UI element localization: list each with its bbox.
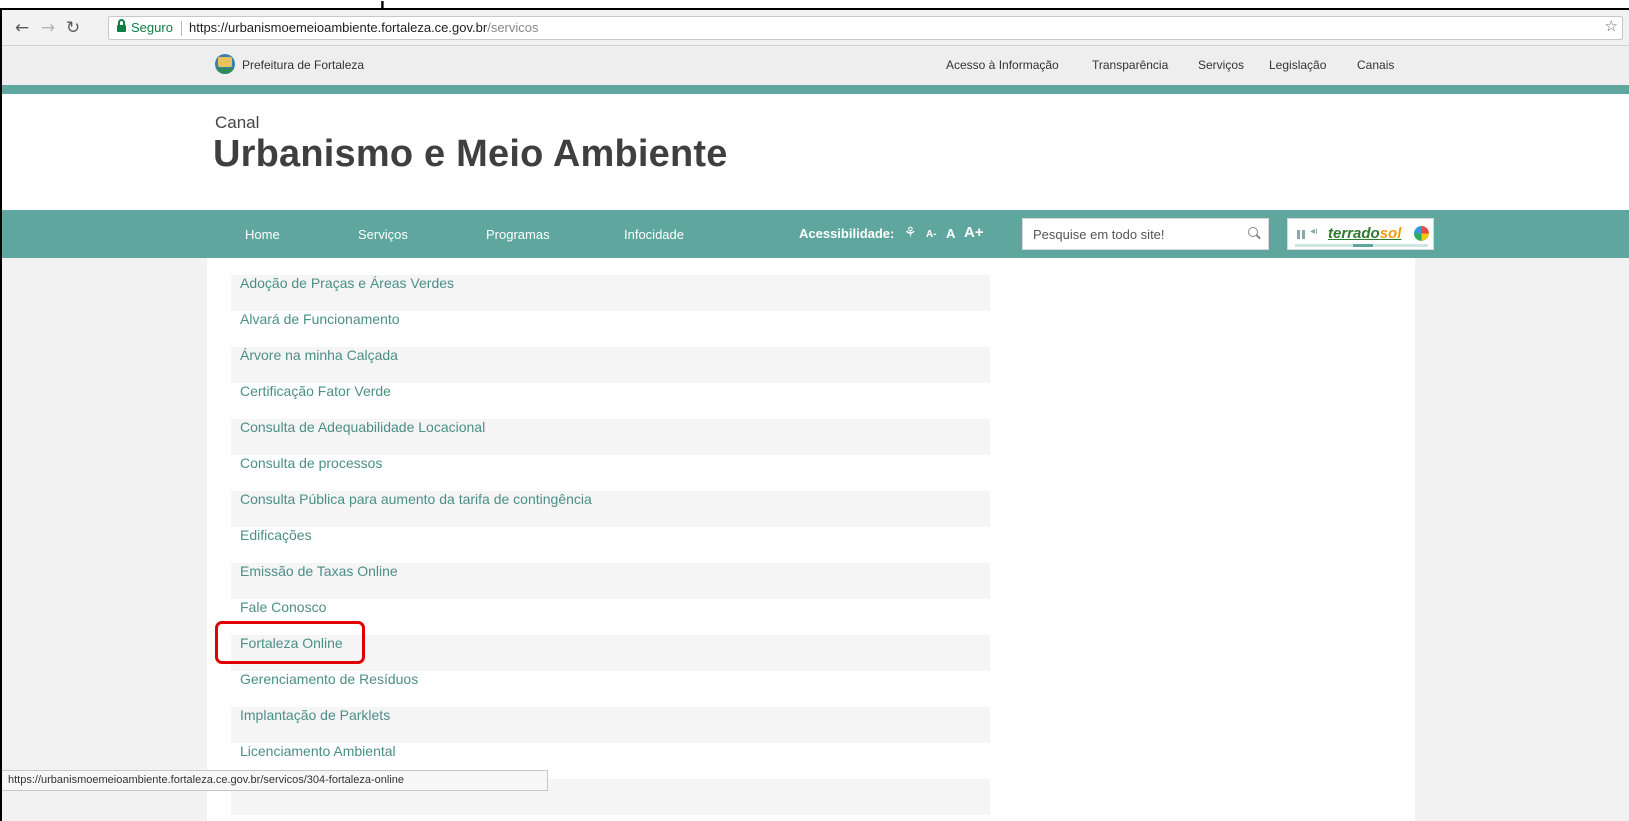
service-link[interactable]: Consulta de Adequabilidade Locacional <box>231 419 990 455</box>
forward-icon[interactable]: → <box>40 19 56 37</box>
services-list: Adoção de Praças e Áreas Verdes Alvará de… <box>231 275 990 815</box>
radio-progress-thumb[interactable] <box>1353 244 1373 247</box>
browser-toolbar: ← → ↻ Seguro https://urbanismoemeioambie… <box>2 10 1629 46</box>
search-input[interactable] <box>1023 219 1233 249</box>
contrast-icon[interactable]: ⚘ <box>904 225 917 241</box>
address-bar[interactable]: Seguro https://urbanismoemeioambiente.fo… <box>108 16 1623 40</box>
radio-brand-part-b: sol <box>1379 225 1402 242</box>
terradosol-logo-icon <box>1414 226 1429 241</box>
browser-window: ← → ↻ Seguro https://urbanismoemeioambie… <box>0 8 1629 821</box>
prefeitura-logo-icon[interactable] <box>215 54 235 74</box>
content-area: Adoção de Praças e Áreas Verdes Alvará de… <box>207 258 1415 821</box>
header-kicker: Canal <box>215 113 260 132</box>
font-normal-button[interactable]: A <box>946 226 955 241</box>
org-name-link[interactable]: Prefeitura de Fortaleza <box>242 58 364 72</box>
service-link[interactable]: Implantação de Parklets <box>231 707 990 743</box>
service-link[interactable]: Certificação Fator Verde <box>231 383 990 419</box>
service-link[interactable]: Adoção de Praças e Áreas Verdes <box>231 275 990 311</box>
secure-label: Seguro <box>131 20 173 35</box>
accent-strip <box>2 85 1629 94</box>
back-icon[interactable]: ← <box>14 19 30 37</box>
highlight-box <box>215 621 365 664</box>
top-link-canais[interactable]: Canais <box>1357 58 1394 72</box>
top-link-acesso[interactable]: Acesso à Informação <box>946 58 1059 72</box>
font-increase-button[interactable]: A+ <box>964 224 984 241</box>
radio-brand-part-a: terrado <box>1328 225 1380 242</box>
address-separator <box>181 21 182 36</box>
service-link[interactable]: Emissão de Taxas Online <box>231 563 990 599</box>
site-search <box>1022 218 1269 250</box>
url-text[interactable]: https://urbanismoemeioambiente.fortaleza… <box>189 17 539 39</box>
nav-programas[interactable]: Programas <box>486 227 550 242</box>
search-icon[interactable] <box>1248 227 1260 239</box>
url-path: /servicos <box>487 20 539 35</box>
nav-servicos[interactable]: Serviços <box>358 227 408 242</box>
radio-progress-bar[interactable] <box>1295 244 1428 247</box>
page-title[interactable]: Urbanismo e Meio Ambiente <box>213 133 728 176</box>
status-bar: https://urbanismoemeioambiente.fortaleza… <box>2 770 548 791</box>
service-link[interactable]: Gerenciamento de Resíduos <box>231 671 990 707</box>
top-bar: Prefeitura de Fortaleza Acesso à Informa… <box>2 47 1629 85</box>
reload-icon[interactable]: ↻ <box>65 19 81 37</box>
radio-brand-link[interactable]: terradosol <box>1328 225 1401 242</box>
top-link-transparencia[interactable]: Transparência <box>1092 58 1168 72</box>
service-link[interactable]: Consulta Pública para aumento da tarifa … <box>231 491 990 527</box>
nav-infocidade[interactable]: Infocidade <box>624 227 684 242</box>
service-link[interactable]: Alvará de Funcionamento <box>231 311 990 347</box>
bookmark-star-icon[interactable]: ☆ <box>1605 17 1618 35</box>
top-link-servicos[interactable]: Serviços <box>1198 58 1244 72</box>
web-page: Prefeitura de Fortaleza Acesso à Informa… <box>2 47 1629 821</box>
volume-icon[interactable]: ◂ı <box>1310 226 1318 237</box>
font-decrease-button[interactable]: A- <box>926 229 937 240</box>
lock-icon <box>117 19 126 33</box>
top-link-legislacao[interactable]: Legislação <box>1269 58 1326 72</box>
main-nav: Home Serviços Programas Infocidade Acess… <box>2 210 1629 258</box>
nav-home[interactable]: Home <box>245 227 280 242</box>
service-link[interactable]: Árvore na minha Calçada <box>231 347 990 383</box>
radio-player: ◂ı terradosol <box>1287 218 1434 250</box>
service-link[interactable]: Edificações <box>231 527 990 563</box>
service-link[interactable]: Consulta de processos <box>231 455 990 491</box>
pause-icon[interactable] <box>1297 230 1300 239</box>
url-host: https://urbanismoemeioambiente.fortaleza… <box>189 20 488 35</box>
accessibility-label: Acessibilidade: <box>799 226 895 241</box>
